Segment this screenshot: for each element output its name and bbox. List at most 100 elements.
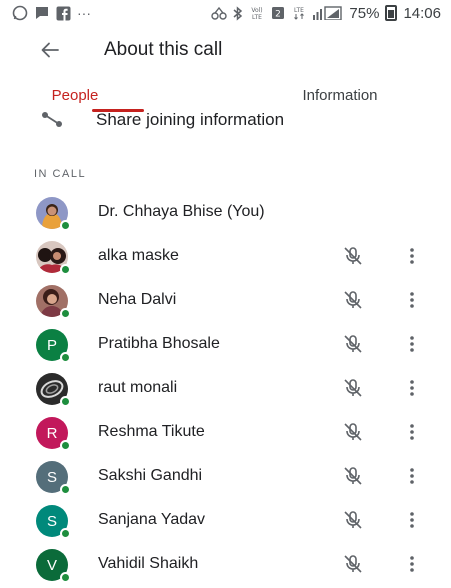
participant-list: Dr. Chhaya Bhise (You) alka maske Neha D… (0, 190, 451, 586)
more-options-button[interactable] (400, 373, 424, 403)
presence-dot (60, 264, 71, 275)
mic-off-icon (344, 291, 362, 309)
sim-icon: 2 (272, 7, 285, 20)
avatar: S (36, 461, 71, 495)
svg-text:2: 2 (276, 10, 282, 20)
volte-icon: Vol)LTE (252, 7, 263, 20)
mic-off-icon (344, 511, 362, 529)
status-bar-left: ··· (12, 5, 91, 21)
more-options-button[interactable] (400, 549, 424, 579)
presence-dot (60, 396, 71, 407)
mic-off-icon (344, 555, 362, 573)
svg-text:LTE: LTE (252, 14, 262, 20)
status-bar: ··· Vol) LTE 2 LTE 75% 14:06 (0, 0, 451, 26)
lte-icon: LTE (294, 7, 305, 20)
more-vert-icon (410, 556, 414, 572)
tab-information-label: Information (302, 86, 378, 104)
mute-status-button[interactable] (338, 461, 368, 491)
participant-name: Reshma Tikute (98, 423, 205, 440)
participant-name: Sakshi Gandhi (98, 467, 203, 484)
mic-off-icon (344, 247, 362, 265)
page-title: About this call (104, 39, 223, 60)
presence-dot (60, 572, 71, 583)
participant-row[interactable]: Neha Dalvi (0, 278, 451, 322)
participant-row[interactable]: P Pratibha Bhosale (0, 322, 451, 366)
presence-dot (60, 484, 71, 495)
participant-name: alka maske (98, 247, 179, 264)
more-vert-icon (410, 512, 414, 528)
presence-dot (60, 440, 71, 451)
whatsapp-icon (12, 5, 28, 21)
app-bar: About this call (0, 26, 451, 74)
mute-status-button[interactable] (338, 241, 368, 271)
mic-off-icon (344, 335, 362, 353)
more-options-button[interactable] (400, 417, 424, 447)
avatar-initial: P (46, 336, 57, 354)
mute-status-button[interactable] (338, 373, 368, 403)
clock: 14:06 (403, 4, 441, 22)
avatar (36, 241, 71, 275)
mute-status-button[interactable] (338, 329, 368, 359)
more-vert-icon (410, 292, 414, 308)
accessibility-icon (211, 6, 228, 20)
participant-name: Sanjana Yadav (98, 511, 206, 528)
signal-icon (313, 6, 343, 20)
presence-dot (60, 528, 71, 539)
participant-name: Vahidil Shaikh (98, 555, 199, 572)
status-dots: ··· (77, 5, 91, 21)
section-label-in-call: IN CALL (34, 168, 87, 180)
svg-text:Vol): Vol) (252, 7, 263, 14)
more-options-button[interactable] (400, 461, 424, 491)
more-vert-icon (410, 468, 414, 484)
mic-off-icon (344, 423, 362, 441)
avatar-initial: S (46, 512, 57, 530)
more-options-button[interactable] (400, 329, 424, 359)
more-vert-icon (410, 424, 414, 440)
participant-row[interactable]: S Sakshi Gandhi (0, 454, 451, 498)
more-vert-icon (410, 336, 414, 352)
participant-row[interactable]: raut monali (0, 366, 451, 410)
participant-row[interactable]: alka maske (0, 234, 451, 278)
status-bar-right: Vol) LTE 2 LTE 75% 14:06 (211, 5, 441, 22)
battery-icon (385, 5, 398, 21)
presence-dot (60, 308, 71, 319)
avatar (36, 285, 71, 319)
facebook-icon (56, 6, 71, 21)
participant-name: Pratibha Bhosale (98, 335, 220, 352)
mute-status-button[interactable] (338, 549, 368, 579)
participant-row[interactable]: Dr. Chhaya Bhise (You) (0, 190, 451, 234)
avatar-initial: R (46, 424, 58, 442)
mute-status-button[interactable] (338, 417, 368, 447)
mic-off-icon (344, 379, 362, 397)
arrow-back-icon (41, 42, 59, 58)
participant-row[interactable]: V Vahidil Shaikh (0, 542, 451, 586)
presence-dot (60, 352, 71, 363)
more-options-button[interactable] (400, 285, 424, 315)
more-options-button[interactable] (400, 505, 424, 535)
share-icon (42, 112, 62, 127)
bluetooth-icon (233, 5, 243, 21)
avatar: S (36, 505, 71, 539)
participant-row[interactable]: R Reshma Tikute (0, 410, 451, 454)
avatar: P (36, 329, 71, 363)
back-button[interactable] (28, 30, 72, 70)
mute-status-button[interactable] (338, 285, 368, 315)
battery-percent: 75% (349, 4, 380, 22)
more-vert-icon (410, 380, 414, 396)
more-vert-icon (410, 248, 414, 264)
mute-status-button[interactable] (338, 505, 368, 535)
avatar (36, 197, 71, 231)
more-options-button[interactable] (400, 241, 424, 271)
participant-name: Dr. Chhaya Bhise (You) (98, 203, 265, 220)
participant-row[interactable]: S Sanjana Yadav (0, 498, 451, 542)
avatar: V (36, 549, 71, 583)
participant-name: Neha Dalvi (98, 291, 177, 308)
avatar-initial: V (46, 556, 57, 574)
svg-text:LTE: LTE (294, 7, 304, 14)
share-joining-info-row[interactable]: Share joining information (0, 106, 451, 134)
avatar: R (36, 417, 71, 451)
avatar (36, 373, 71, 407)
mic-off-icon (344, 467, 362, 485)
tab-people-label: People (51, 86, 99, 104)
message-icon (36, 7, 48, 19)
